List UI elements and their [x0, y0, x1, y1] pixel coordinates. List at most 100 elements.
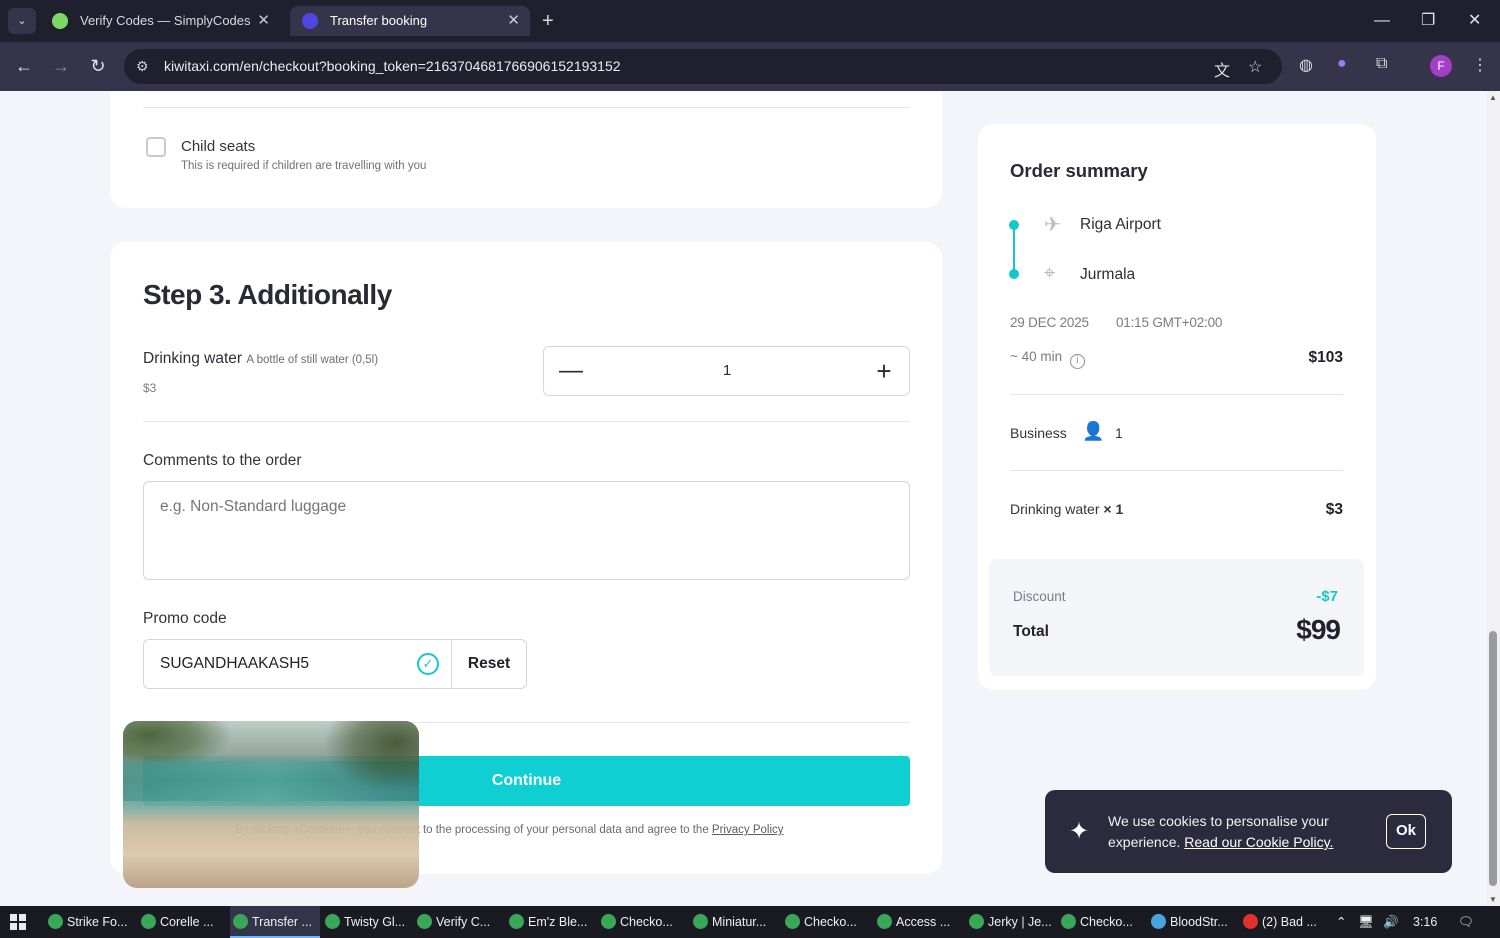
taskbar-item[interactable]: BloodStr...: [1148, 906, 1238, 938]
site-info-icon[interactable]: ⚙: [136, 58, 149, 75]
total-value: $99: [1296, 614, 1341, 645]
cookie-ok-button[interactable]: Ok: [1386, 814, 1426, 849]
child-seats-subtitle: This is required if children are travell…: [181, 160, 427, 172]
app-icon: [969, 914, 984, 929]
new-tab-button[interactable]: +: [542, 8, 554, 34]
discount-label: Discount: [1013, 589, 1066, 604]
taskbar-item[interactable]: (2) Bad ...: [1240, 906, 1330, 938]
increase-quantity-button[interactable]: +: [869, 355, 899, 387]
taskbar-item[interactable]: Miniatur...: [690, 906, 780, 938]
order-summary-title: Order summary: [1010, 160, 1148, 181]
taskbar-item[interactable]: Checko...: [598, 906, 688, 938]
taskbar-item[interactable]: Checko...: [782, 906, 872, 938]
simplycodes-favicon-icon: [52, 13, 68, 29]
back-icon[interactable]: ←: [12, 54, 36, 78]
privacy-policy-link[interactable]: Privacy Policy: [712, 824, 784, 836]
scrollbar-thumb[interactable]: [1489, 631, 1497, 886]
passenger-count: 1: [1115, 425, 1123, 441]
route-start-dot: [1009, 220, 1019, 230]
route-line: [1013, 225, 1015, 273]
extra-item-qty: × 1: [1103, 501, 1124, 517]
app-icon: [325, 914, 340, 929]
taskbar-item[interactable]: Verify C...: [414, 906, 504, 938]
scroll-down-icon[interactable]: ▼: [1489, 895, 1497, 904]
taskbar-item-label: BloodStr...: [1170, 915, 1228, 929]
taskbar-item[interactable]: Checko...: [1058, 906, 1148, 938]
volume-icon[interactable]: 🔊: [1383, 906, 1399, 938]
picture-in-picture-video[interactable]: [123, 721, 419, 888]
decrease-quantity-button[interactable]: —: [556, 355, 586, 387]
route-to: Jurmala: [1080, 266, 1136, 283]
taskbar-item[interactable]: Twisty Gl...: [322, 906, 412, 938]
notifications-icon[interactable]: 🗨: [1458, 906, 1474, 938]
cookie-banner: ✦ We use cookies to personalise your exp…: [1045, 790, 1452, 873]
reload-icon[interactable]: ↻: [86, 54, 110, 78]
child-seats-card: Child seats This is required if children…: [110, 91, 942, 208]
windows-taskbar: Strike Fo... Corelle ... Transfer ... Twist…: [0, 906, 1500, 938]
page-scrollbar[interactable]: ▲ ▼: [1486, 91, 1500, 906]
route-end-dot: [1009, 269, 1019, 279]
taskbar-item-label: Em'z Ble...: [528, 915, 588, 929]
taskbar-item[interactable]: Transfer ...: [230, 906, 320, 938]
cookie-text: We use cookies to personalise your exper…: [1108, 811, 1358, 853]
cookie-policy-link[interactable]: Read our Cookie Policy.: [1184, 834, 1333, 850]
windows-start-icon[interactable]: [10, 914, 26, 930]
taskbar-item-label: Transfer ...: [252, 915, 312, 929]
menu-kebab-icon[interactable]: ⋮: [1472, 55, 1488, 75]
taskbar-item-label: Jerky | Je...: [988, 915, 1052, 929]
video-frame-detail: [323, 721, 419, 791]
app-icon: [693, 914, 708, 929]
app-icon: [509, 914, 524, 929]
child-seats-checkbox[interactable]: [146, 137, 166, 157]
vpn-globe-icon[interactable]: ◍: [1299, 55, 1313, 75]
taskbar-item-label: Strike Fo...: [67, 915, 128, 929]
promo-code-value: SUGANDHAAKASH5: [160, 655, 310, 672]
app-icon: [1061, 914, 1076, 929]
reset-promo-button[interactable]: Reset: [451, 639, 527, 689]
restore-icon[interactable]: ❐: [1421, 8, 1435, 34]
divider: [1010, 394, 1343, 395]
forward-icon[interactable]: →: [49, 54, 73, 78]
taskbar-item-label: Corelle ...: [160, 915, 214, 929]
taskbar-item[interactable]: Em'z Ble...: [506, 906, 596, 938]
app-icon: [233, 914, 248, 929]
taskbar-item-label: Access ...: [896, 915, 951, 929]
tab-search-button[interactable]: ⌄: [8, 8, 36, 34]
promo-code-field[interactable]: SUGANDHAAKASH5 ✓: [143, 639, 452, 689]
app-icon: [1243, 914, 1258, 929]
taskbar-item[interactable]: Access ...: [874, 906, 964, 938]
address-bar[interactable]: ⚙ kiwitaxi.com/en/checkout?booking_token…: [124, 49, 1282, 84]
sparkle-icon: ✦: [1069, 818, 1090, 845]
drinking-water-name: Drinking water: [143, 350, 243, 367]
app-icon: [785, 914, 800, 929]
taskbar-item-label: Miniatur...: [712, 915, 767, 929]
quantity-value[interactable]: 1: [704, 347, 750, 395]
taskbar-item[interactable]: Strike Fo...: [45, 906, 135, 938]
trip-date: 29 DEC 2025: [1010, 315, 1089, 330]
clock[interactable]: 3:16: [1413, 906, 1437, 938]
comments-textarea[interactable]: [143, 481, 910, 580]
minimize-icon[interactable]: —: [1374, 8, 1390, 34]
base-price: $103: [1308, 349, 1343, 366]
extensions-puzzle-icon[interactable]: ⧉: [1376, 55, 1387, 73]
drinking-water-price: $3: [143, 381, 157, 395]
close-tab-icon[interactable]: ✕: [507, 6, 520, 36]
scroll-up-icon[interactable]: ▲: [1489, 93, 1497, 102]
network-icon[interactable]: 🖥: [1358, 906, 1374, 938]
close-tab-icon[interactable]: ✕: [257, 6, 270, 36]
extra-item-price: $3: [1325, 501, 1343, 518]
translate-icon[interactable]: 文: [1214, 57, 1230, 81]
profile-avatar[interactable]: F: [1430, 55, 1452, 77]
tray-overflow-icon[interactable]: ⌃: [1336, 906, 1346, 938]
taskbar-item[interactable]: Corelle ...: [138, 906, 228, 938]
tab-verify-codes[interactable]: Verify Codes — SimplyCodes ✕: [40, 6, 280, 36]
plane-icon: ✈: [1044, 214, 1061, 236]
person-icon: 👤: [1082, 421, 1105, 441]
tab-transfer-booking[interactable]: Transfer booking ✕: [290, 6, 530, 36]
bookmark-star-icon[interactable]: ☆: [1248, 57, 1262, 77]
extension-icon[interactable]: ●: [1337, 55, 1347, 73]
close-window-icon[interactable]: ✕: [1468, 8, 1481, 34]
taskbar-item[interactable]: Jerky | Je...: [966, 906, 1056, 938]
tab-title: Transfer booking: [330, 13, 428, 28]
info-icon[interactable]: i: [1069, 354, 1085, 369]
